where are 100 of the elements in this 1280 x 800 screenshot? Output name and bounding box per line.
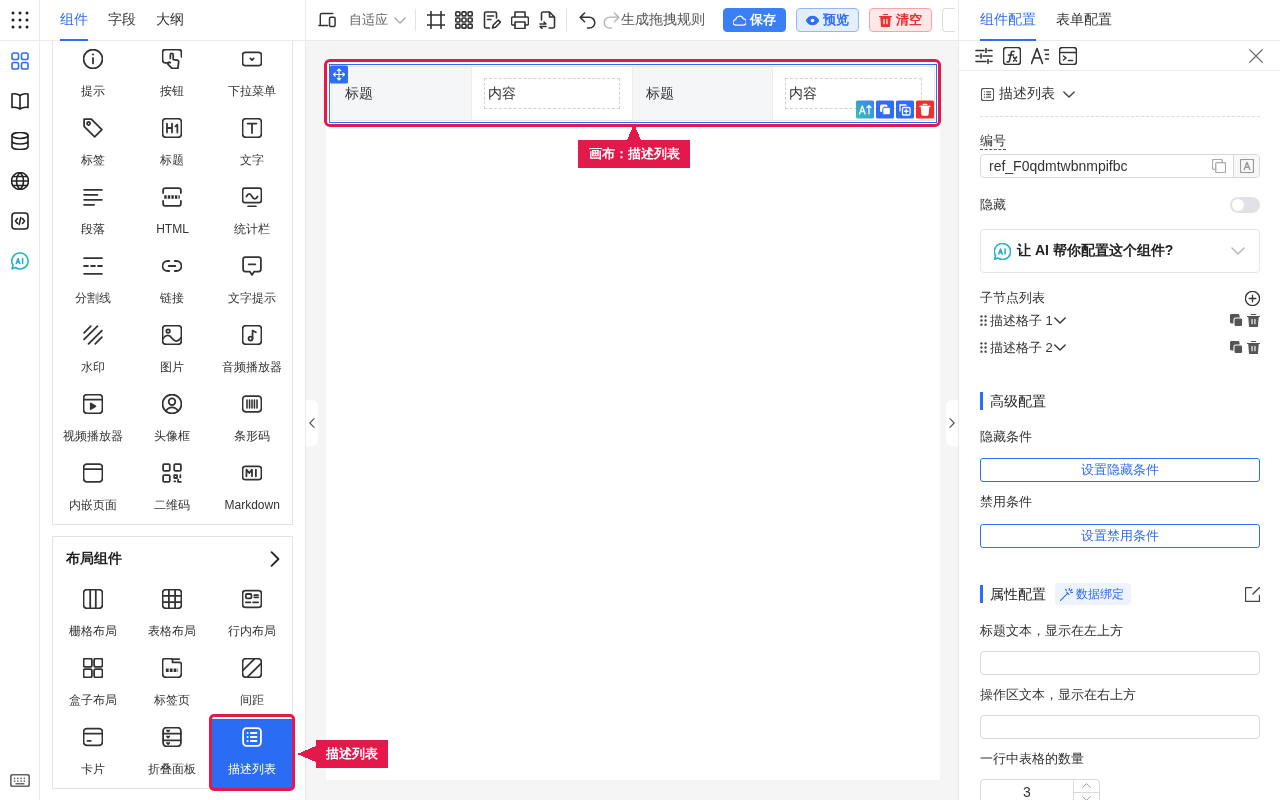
- component-item[interactable]: 分割线: [53, 248, 133, 317]
- component-item[interactable]: 按钮: [132, 41, 213, 110]
- document-icon[interactable]: [539, 11, 557, 29]
- field-label: 隐藏: [980, 196, 1006, 214]
- collapse-button[interactable]: [946, 400, 958, 446]
- crop-frame-icon[interactable]: [427, 11, 445, 29]
- edit-document-icon[interactable]: [483, 11, 501, 29]
- component-item[interactable]: 标签页: [132, 650, 213, 719]
- apps-menu-icon[interactable]: [10, 11, 29, 29]
- field-label: 隐藏条件: [980, 428, 1033, 446]
- data-binding-tag[interactable]: 数据绑定: [1055, 583, 1131, 605]
- child-node-name[interactable]: 描述格子 1: [990, 311, 1053, 330]
- panel-tab[interactable]: 字段: [108, 0, 136, 41]
- condition-button[interactable]: 设置隐藏条件: [980, 458, 1260, 482]
- sliders-icon[interactable]: [975, 46, 993, 65]
- book-icon[interactable]: [10, 92, 29, 110]
- keyboard-icon[interactable]: [9, 774, 30, 787]
- panel-tab[interactable]: 大纲: [156, 0, 184, 41]
- component-item[interactable]: 内嵌页面: [53, 455, 133, 524]
- drag-handle-icon[interactable]: [980, 342, 987, 353]
- text-input[interactable]: [980, 651, 1260, 675]
- ai-text-icon[interactable]: [856, 100, 874, 119]
- components-icon[interactable]: [10, 52, 29, 70]
- cloud-icon: [733, 13, 746, 27]
- field-label: 编号: [980, 132, 1006, 150]
- info-icon: [82, 49, 103, 69]
- barcode-icon: [242, 394, 263, 414]
- collapse-button[interactable]: [306, 400, 318, 446]
- component-item[interactable]: 二维码: [132, 455, 213, 524]
- music-note-icon: [242, 325, 263, 345]
- delete-icon[interactable]: [916, 100, 934, 119]
- function-icon[interactable]: [1003, 46, 1021, 65]
- component-item[interactable]: 栅格布局: [53, 581, 133, 650]
- component-item[interactable]: 视频播放器: [53, 386, 133, 455]
- globe-icon[interactable]: [10, 172, 29, 190]
- copy-icon[interactable]: [1230, 341, 1243, 354]
- heading-icon: [162, 118, 183, 138]
- trash-icon[interactable]: [1247, 314, 1260, 327]
- drag-handle-icon[interactable]: [980, 315, 987, 326]
- copy-icon[interactable]: [876, 100, 894, 119]
- component-item[interactable]: 标题: [132, 110, 213, 179]
- markdown-icon: [242, 463, 263, 483]
- component-item[interactable]: 标签: [53, 110, 133, 179]
- image-icon: [162, 325, 183, 345]
- grid-icon[interactable]: [455, 11, 473, 29]
- chevron-down-icon[interactable]: [1053, 317, 1066, 324]
- component-item[interactable]: Markdown: [212, 455, 292, 524]
- code-icon[interactable]: [10, 212, 29, 230]
- text-mode-button[interactable]: [1233, 155, 1259, 177]
- undo-icon[interactable]: [579, 11, 596, 29]
- component-item[interactable]: 表格布局: [132, 581, 213, 650]
- terminal-window-icon[interactable]: [1059, 46, 1077, 65]
- config-tab[interactable]: 组件配置: [980, 0, 1036, 41]
- trash-icon[interactable]: [1247, 341, 1260, 354]
- chevron-down-icon[interactable]: [1053, 344, 1066, 351]
- component-item[interactable]: 头像框: [132, 386, 213, 455]
- printer-icon[interactable]: [511, 11, 529, 29]
- wand-icon: [1060, 587, 1073, 601]
- add-copy-icon[interactable]: [896, 100, 914, 119]
- generate-rules-button[interactable]: 生成拖拽规则: [621, 11, 705, 29]
- text-style-icon[interactable]: [1031, 46, 1049, 65]
- text-input[interactable]: [980, 715, 1260, 739]
- toolbar-button[interactable]: 预览: [796, 8, 859, 32]
- config-tab[interactable]: 表单配置: [1056, 0, 1112, 41]
- ai-assist-panel[interactable]: 让 AI 帮你配置这个组件?: [980, 229, 1260, 273]
- move-handle-icon[interactable]: [330, 65, 348, 84]
- component-item[interactable]: 统计栏: [212, 179, 292, 248]
- component-item[interactable]: 行内布局: [212, 581, 292, 650]
- component-item[interactable]: 下拉菜单: [212, 41, 292, 110]
- pointer-icon: [162, 49, 183, 69]
- database-icon[interactable]: [10, 132, 29, 150]
- devices-icon[interactable]: [318, 11, 336, 29]
- component-item[interactable]: 提示: [53, 41, 133, 110]
- toolbar-button[interactable]: 保存: [723, 8, 786, 32]
- copy-icon[interactable]: [1230, 314, 1243, 327]
- component-item[interactable]: 卡片: [53, 719, 133, 788]
- condition-button[interactable]: 设置禁用条件: [980, 524, 1260, 548]
- chevron-right-icon[interactable]: [270, 551, 280, 567]
- toolbar-button[interactable]: 清空: [869, 8, 932, 32]
- ref-input[interactable]: ref_F0qdmtwbnmpifbc: [980, 154, 1260, 178]
- content-slot[interactable]: 内容: [484, 78, 620, 109]
- component-item[interactable]: 文字提示: [212, 248, 292, 317]
- component-item[interactable]: 水印: [53, 317, 133, 386]
- component-item[interactable]: 折叠面板: [132, 719, 213, 788]
- component-item[interactable]: 链接: [132, 248, 213, 317]
- component-item[interactable]: 条形码: [212, 386, 292, 455]
- component-item[interactable]: 间距: [212, 650, 292, 719]
- component-type-select[interactable]: 描述列表: [980, 84, 1075, 104]
- hidden-toggle[interactable]: [1230, 197, 1260, 213]
- child-node-name[interactable]: 描述格子 2: [990, 338, 1053, 357]
- edit-icon[interactable]: [1245, 586, 1260, 602]
- component-item[interactable]: HTML: [132, 179, 213, 248]
- component-item[interactable]: 图片: [132, 317, 213, 386]
- eye-icon: [806, 13, 819, 27]
- mode-select[interactable]: 自适应: [349, 8, 406, 32]
- component-item[interactable]: 段落: [53, 179, 133, 248]
- component-item[interactable]: 文字: [212, 110, 292, 179]
- close-icon[interactable]: [1249, 48, 1263, 63]
- component-item[interactable]: 盒子布局: [53, 650, 133, 719]
- component-item[interactable]: 音频播放器: [212, 317, 292, 386]
